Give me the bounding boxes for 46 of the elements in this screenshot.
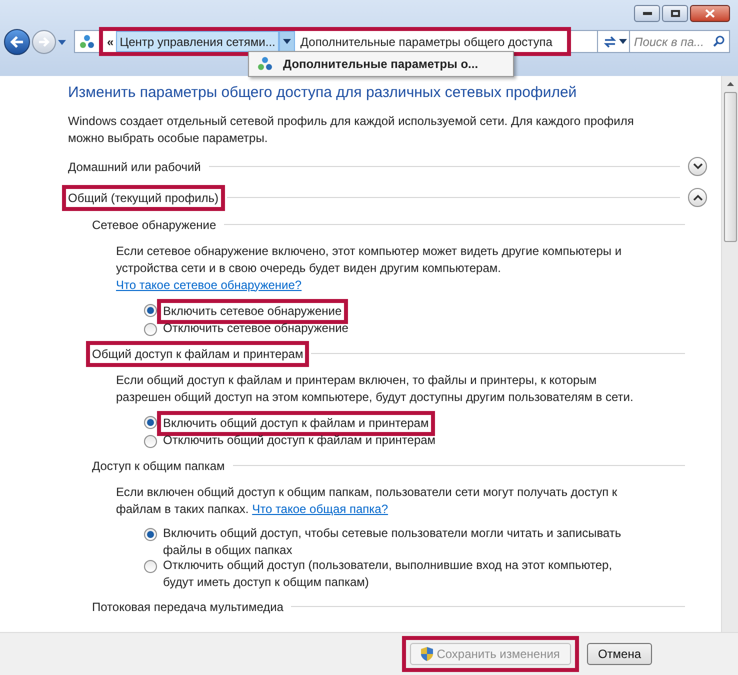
expand-icon[interactable] [688, 157, 707, 176]
breadcrumb-item[interactable]: Центр управления сетями... [116, 31, 280, 52]
section-description: Если сетевое обнаружение включено, этот компьютер может видеть другие компьютеры и устройства сети и в свою очередь будет виден другим компьютерам. Что такое сетевое обнаружение? [116, 242, 623, 294]
radio-label[interactable]: Отключить общий доступ (пользователи, выполнившие вход на этот компьютер, будут иметь доступ к общим папкам) [163, 556, 622, 590]
collapse-icon[interactable] [688, 188, 707, 207]
cancel-button[interactable]: Отмена [586, 643, 652, 665]
address-text[interactable]: Дополнительные параметры общего доступа [295, 32, 566, 50]
section-description: Если общий доступ к файлам и принтерам включен, то файлы и принтеры, к которым разрешен общий доступ на этом компьютере, будут доступны другим пользователям в сети. [116, 372, 634, 406]
section-title: Доступ к общим папкам [92, 458, 225, 474]
minimize-icon[interactable] [634, 5, 660, 22]
help-link[interactable]: Что такое сетевое обнаружение? [116, 278, 302, 292]
help-link[interactable]: Что такое общая папка? [252, 502, 388, 516]
section-description: Если включен общий доступ к общим папкам, пользователи сети могут получать доступ к файлам в таких папках. Что такое общая папка? [116, 484, 618, 518]
radio-label[interactable]: Включить общий доступ, чтобы сетевые пользователи могли читать и записывать файлы в общих папках [163, 524, 622, 558]
caret-icon [283, 39, 292, 44]
radio-button[interactable] [144, 416, 157, 428]
scroll-up-icon[interactable] [726, 82, 734, 86]
search-field[interactable]: Поиск в па... [629, 30, 730, 53]
radio-label[interactable]: Отключить сетевое обнаружение [163, 320, 348, 336]
radio-button[interactable] [144, 322, 157, 336]
radio-button[interactable] [144, 434, 157, 448]
radio-label[interactable]: Отключить общий доступ к файлам и принтерам [163, 432, 436, 448]
radio-button[interactable] [144, 528, 157, 540]
radio-label[interactable]: Включить общий доступ к файлам и принтерам [163, 414, 429, 432]
radio-button[interactable] [144, 304, 157, 316]
radio-label[interactable]: Включить сетевое обнаружение [163, 302, 342, 320]
section-title: Общий доступ к файлам и принтерам [92, 346, 304, 362]
dropdown-icon[interactable] [619, 39, 627, 44]
scrollbar[interactable] [721, 76, 738, 632]
search-icon[interactable] [713, 35, 725, 47]
close-icon[interactable] [690, 5, 730, 22]
profile-title[interactable]: Домашний или рабочий [68, 158, 201, 176]
menu-item[interactable]: Дополнительные параметры о... [251, 54, 511, 74]
scrollbar-thumb[interactable] [724, 92, 736, 242]
breadcrumb-overflow[interactable]: « [105, 32, 116, 50]
profile-title[interactable]: Общий (текущий профиль) [68, 188, 219, 206]
network-icon [79, 34, 95, 50]
intro-text: Windows создает отдельный сетевой профиль для каждой используемой сети. Для каждого профиля можно выбрать особые параметры. [68, 112, 635, 146]
radio-button[interactable] [144, 560, 157, 572]
network-icon [257, 56, 273, 72]
back-icon[interactable] [4, 29, 30, 55]
breadcrumb-dropdown[interactable] [279, 31, 296, 52]
section-title: Сетевое обнаружение [92, 216, 216, 234]
page-heading: Изменить параметры общего доступа для различных сетевых профилей [68, 83, 578, 103]
maximize-icon[interactable] [662, 5, 688, 22]
section-title: Потоковая передача мультимедиа [92, 598, 284, 616]
